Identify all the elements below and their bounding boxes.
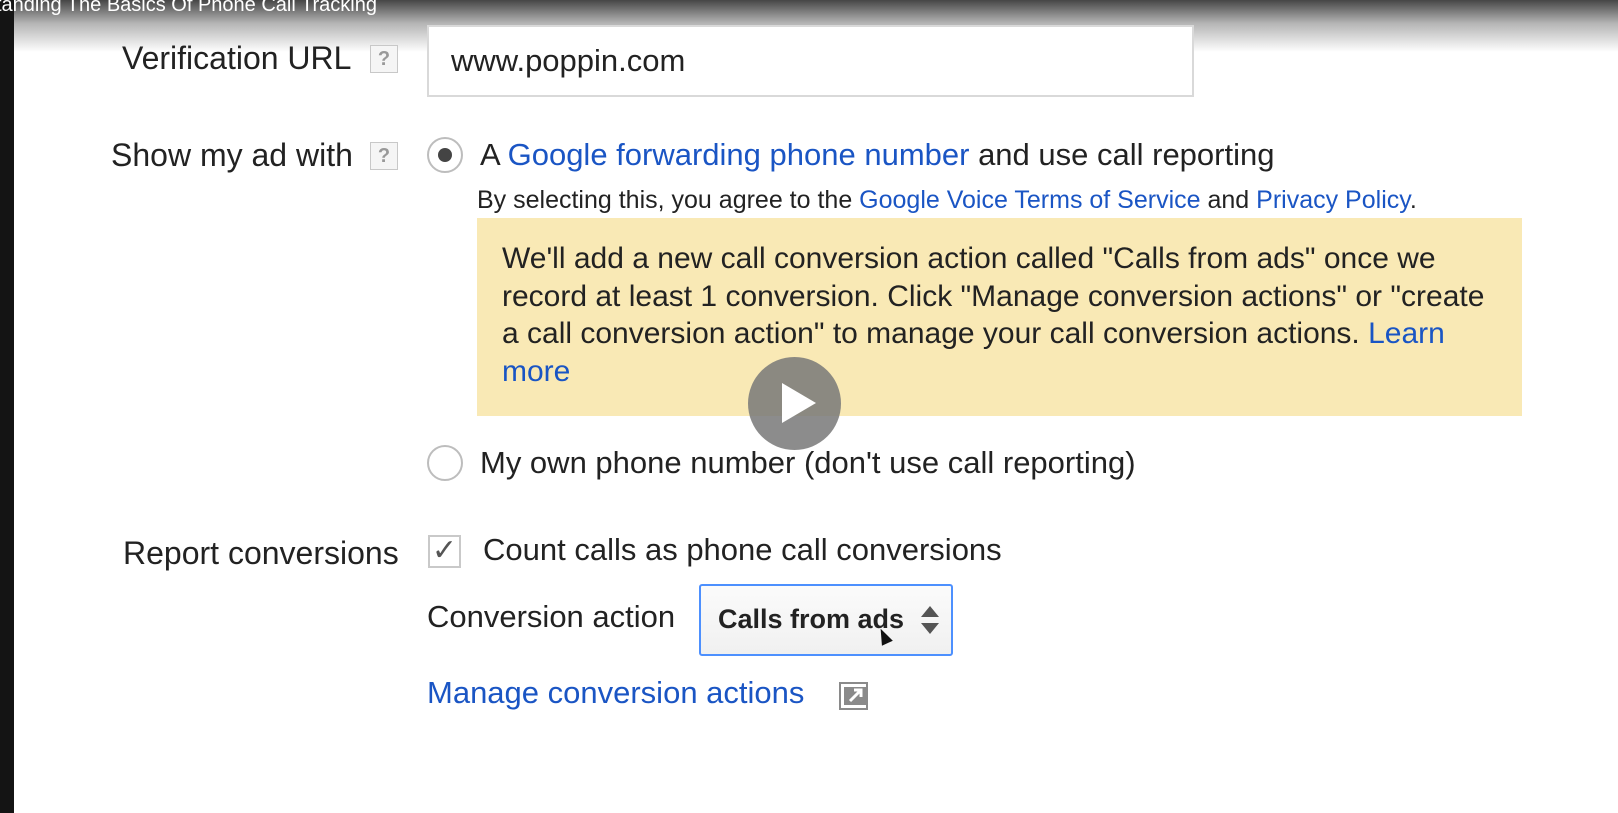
report-conversions-label: Report conversions bbox=[123, 535, 399, 571]
select-arrows-icon bbox=[921, 606, 939, 636]
forwarding-number-option: A Google forwarding phone number and use… bbox=[480, 137, 1274, 173]
call-conversion-notice: We'll add a new call conversion action c… bbox=[477, 218, 1522, 416]
conversion-action-select[interactable]: Calls from ads bbox=[699, 584, 953, 656]
count-calls-checkbox[interactable]: ✓ bbox=[428, 535, 461, 568]
show-ad-with-label: Show my ad with bbox=[111, 137, 353, 173]
own-number-option-label: My own phone number (don't use call repo… bbox=[480, 445, 1136, 480]
own-number-radio[interactable] bbox=[427, 445, 463, 481]
option-suffix: and use call reporting bbox=[969, 137, 1275, 172]
radio-selected-dot bbox=[438, 148, 452, 162]
agreement-suffix: . bbox=[1409, 186, 1417, 214]
help-icon[interactable]: ? bbox=[370, 45, 398, 73]
play-button[interactable] bbox=[748, 357, 841, 450]
agreement-prefix: By selecting this, you agree to the bbox=[477, 186, 860, 214]
forwarding-number-radio[interactable] bbox=[427, 137, 463, 173]
agreement-middle: and bbox=[1200, 186, 1257, 214]
conversion-action-label: Conversion action bbox=[427, 599, 676, 634]
count-calls-label: Count calls as phone call conversions bbox=[483, 532, 1002, 567]
external-link-icon[interactable] bbox=[839, 680, 871, 710]
manage-conversion-actions-link[interactable]: Manage conversion actions bbox=[427, 675, 804, 711]
google-forwarding-number-link[interactable]: Google forwarding phone number bbox=[508, 137, 970, 172]
privacy-policy-link[interactable]: Privacy Policy bbox=[1256, 186, 1410, 214]
play-icon bbox=[782, 383, 816, 423]
agreement-text: By selecting this, you agree to the Goog… bbox=[477, 186, 1417, 215]
option-prefix: A bbox=[480, 137, 508, 172]
terms-of-service-link[interactable]: Google Voice Terms of Service bbox=[859, 186, 1200, 214]
video-title: standing The Basics Of Phone Call Tracki… bbox=[0, 0, 377, 16]
help-icon[interactable]: ? bbox=[370, 142, 398, 170]
notice-text: We'll add a new call conversion action c… bbox=[502, 242, 1485, 350]
verification-url-label: Verification URL bbox=[122, 40, 352, 76]
checkmark-icon: ✓ bbox=[431, 534, 458, 567]
video-left-edge bbox=[0, 0, 14, 813]
verification-url-input[interactable] bbox=[427, 25, 1194, 97]
